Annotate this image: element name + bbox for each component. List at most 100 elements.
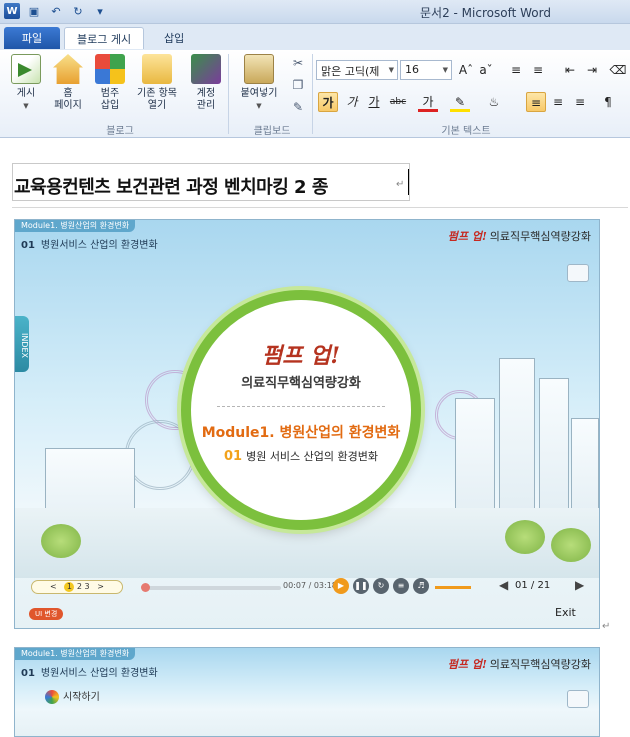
pager-page[interactable]: 3 <box>85 582 90 591</box>
pager-page[interactable]: 2 <box>77 582 82 591</box>
shrink-font-icon[interactable]: aˇ <box>476 60 496 80</box>
copy-icon[interactable]: ❐ <box>290 78 306 94</box>
category-label-1: 범주 <box>100 88 120 99</box>
pager-prev[interactable]: < <box>50 582 57 591</box>
tab-file[interactable]: 파일 <box>4 27 60 49</box>
title-separator <box>12 207 628 208</box>
paragraph-mark: ↵ <box>396 179 405 190</box>
clipboard-group-label: 클립보드 <box>253 126 291 137</box>
start-button[interactable]: 시작하기 <box>45 688 100 704</box>
circle-module: Module1. 병원산업의 환경변화 <box>201 425 401 441</box>
chevron-down-icon: ▼ <box>388 66 394 74</box>
tree <box>551 528 591 562</box>
replay-icon[interactable]: ↻ <box>373 578 389 594</box>
brand-text: 의료직무핵심역량강화 <box>489 658 591 671</box>
manage-accounts-button[interactable]: 계정 관리 <box>186 54 226 112</box>
align-center-icon[interactable]: ≡ <box>548 92 568 112</box>
save-icon[interactable]: ▣ <box>26 3 42 19</box>
ribbon: 게시 ▼ 홈 페이지 범주 삽입 기존 항목 열기 계정 관리 블로그 붙여넣기… <box>0 50 630 138</box>
home-page-button[interactable]: 홈 페이지 <box>48 54 88 112</box>
paste-button[interactable]: 붙여넣기 ▼ <box>234 54 284 112</box>
post-label: 게시 <box>16 88 36 99</box>
text-caret <box>408 169 409 195</box>
volume-icon[interactable]: ♬ <box>413 578 429 594</box>
tab-blog-post[interactable]: 블로그 게시 <box>64 27 145 49</box>
slide-image-1: Module1. 병원산업의 환경변화 01 병원서비스 산업의 환경변화 펌프 … <box>14 219 600 629</box>
underline-button[interactable]: 가 <box>364 92 384 112</box>
slide-header: Module1. 병원산업의 환경변화 01 병원서비스 산업의 환경변화 펌프 … <box>15 648 599 680</box>
insert-category-button[interactable]: 범주 삽입 <box>90 54 130 112</box>
tab-insert[interactable]: 삽입 <box>152 27 196 49</box>
blog-group-label: 블로그 <box>106 126 134 137</box>
progress-knob[interactable] <box>141 583 150 592</box>
decrease-indent-icon[interactable]: ⇤ <box>560 60 580 80</box>
account-label-1: 계정 <box>196 88 216 99</box>
word-logo-icon[interactable]: W <box>4 3 20 19</box>
clear-format-icon[interactable]: ⌫ <box>608 60 628 80</box>
font-name-value: 맑은 고딕(제 <box>321 65 380 78</box>
open-label-1: 기존 항목 <box>137 88 177 99</box>
section-line: 01 병원서비스 산업의 환경변화 <box>21 664 158 679</box>
play-icon[interactable]: ▶ <box>333 578 349 594</box>
chevron-down-icon: ▼ <box>442 66 448 74</box>
strikethrough-button[interactable]: abc <box>388 92 408 112</box>
home-label-2: 페이지 <box>54 100 82 111</box>
bold-button[interactable]: 가 <box>318 92 338 112</box>
grow-font-icon[interactable]: Aˆ <box>456 60 476 80</box>
redo-icon[interactable]: ↻ <box>70 3 86 19</box>
bullets-icon[interactable]: ≡ <box>506 60 526 80</box>
font-size-select[interactable]: 16 ▼ <box>400 60 452 80</box>
font-color-button[interactable]: 가 <box>418 92 438 112</box>
numbering-icon[interactable]: ≡ <box>528 60 548 80</box>
format-painter-icon[interactable]: ✎ <box>290 100 306 116</box>
volume-slider[interactable] <box>435 586 471 589</box>
progress-track[interactable] <box>141 583 281 592</box>
circle-divider <box>217 406 385 407</box>
menu-icon[interactable]: ≡ <box>393 578 409 594</box>
index-tab[interactable]: INDEX <box>15 316 29 372</box>
font-size-value: 16 <box>405 63 419 76</box>
exit-button[interactable]: Exit <box>555 606 576 619</box>
account-icon <box>191 54 221 84</box>
post-icon <box>11 54 41 84</box>
title-circle: 펌프 업! 의료직무핵심역량강화 Module1. 병원산업의 환경변화 01 병… <box>181 290 421 530</box>
undo-icon[interactable]: ↶ <box>48 3 64 19</box>
circle-section-title: 병원 서비스 산업의 환경변화 <box>246 450 379 463</box>
brand-logo: 펌프 업! <box>447 230 487 243</box>
start-label: 시작하기 <box>63 692 100 703</box>
briefcase-icon[interactable] <box>567 264 589 282</box>
briefcase-icon[interactable] <box>567 690 589 708</box>
text-group-label: 기본 텍스트 <box>441 126 491 137</box>
chevron-down-icon: ▼ <box>256 102 262 110</box>
chevron-down-icon: ▼ <box>23 102 29 110</box>
paste-label: 붙여넣기 <box>240 88 278 99</box>
paste-icon <box>244 54 274 84</box>
document-area[interactable]: 교육용컨텐츠 보건관련 과정 벤치마킹 2 종 ↵ Module1. 병원산업의… <box>0 139 630 737</box>
open-existing-button[interactable]: 기존 항목 열기 <box>132 54 182 112</box>
font-name-select[interactable]: 맑은 고딕(제 ▼ <box>316 60 398 80</box>
post-button[interactable]: 게시 ▼ <box>6 54 46 112</box>
styles-icon[interactable]: ♨ <box>484 92 504 112</box>
next-page-icon[interactable]: ▶ <box>575 578 584 592</box>
document-title[interactable]: 교육용컨텐츠 보건관련 과정 벤치마킹 2 종 <box>14 173 328 199</box>
category-icon <box>95 54 125 84</box>
cut-icon[interactable]: ✂ <box>290 56 306 72</box>
italic-button[interactable]: 가 <box>342 92 362 112</box>
section-number: 01 <box>21 240 35 251</box>
pause-icon[interactable]: ❚❚ <box>353 578 369 594</box>
section-number: 01 <box>21 668 35 679</box>
pager-next[interactable]: > <box>97 582 104 591</box>
page-selector[interactable]: < 1 2 3 > <box>31 580 123 594</box>
module-tag: Module1. 병원산업의 환경변화 <box>15 648 136 660</box>
pager-page-current[interactable]: 1 <box>64 582 75 592</box>
prev-page-icon[interactable]: ◀ <box>499 578 508 592</box>
highlight-icon[interactable]: ✎ <box>450 92 470 112</box>
increase-indent-icon[interactable]: ⇥ <box>582 60 602 80</box>
paragraph-icon[interactable]: ¶ <box>598 92 618 112</box>
ui-change-button[interactable]: UI 변경 <box>29 608 64 620</box>
quick-access-toolbar: W ▣ ↶ ↻ ▾ <box>4 3 108 19</box>
customize-qat-icon[interactable]: ▾ <box>92 3 108 19</box>
align-left-icon[interactable]: ≡ <box>526 92 546 112</box>
align-right-icon[interactable]: ≡ <box>570 92 590 112</box>
section-line: 01 병원서비스 산업의 환경변화 <box>21 236 158 251</box>
